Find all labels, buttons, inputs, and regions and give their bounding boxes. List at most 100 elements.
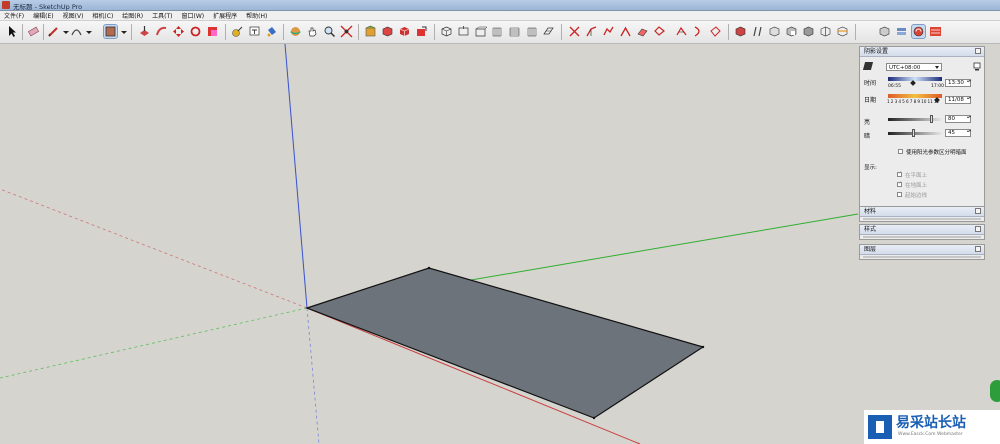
time-slider[interactable] xyxy=(888,77,942,81)
on-ground-checkbox[interactable] xyxy=(897,180,902,187)
menu-camera[interactable]: 相机(C) xyxy=(92,11,113,20)
right-view-icon[interactable] xyxy=(491,25,504,38)
sun-shading-checkbox[interactable] xyxy=(898,149,903,154)
eraser-icon[interactable] xyxy=(27,25,40,38)
line-pencil-icon[interactable] xyxy=(47,25,60,38)
share-model-icon[interactable] xyxy=(415,25,428,38)
on-ground-label: 在地面上 xyxy=(905,183,928,189)
arc-icon[interactable] xyxy=(70,25,83,38)
menu-help[interactable]: 帮助(H) xyxy=(246,11,267,20)
date-value-input[interactable]: 11/08 xyxy=(945,96,971,104)
flip-edge-icon[interactable] xyxy=(675,25,688,38)
panel-close-icon[interactable] xyxy=(975,226,981,232)
site-watermark: 易采站长站 Www.Easck.Com Webmaster xyxy=(864,410,1000,444)
drape-icon[interactable] xyxy=(636,25,649,38)
arc-dropdown-icon[interactable] xyxy=(86,31,92,34)
light-slider-thumb[interactable] xyxy=(930,115,933,123)
solid-trim-icon[interactable] xyxy=(802,25,815,38)
tag-tool-icon[interactable] xyxy=(709,25,722,38)
section-display-icon[interactable] xyxy=(878,25,891,38)
date-slider[interactable] xyxy=(888,94,942,98)
light-slider[interactable] xyxy=(888,118,942,121)
shadows-toggle-icon[interactable] xyxy=(911,24,926,39)
dark-slider-thumb[interactable] xyxy=(912,129,915,137)
warehouse-icon[interactable] xyxy=(364,25,377,38)
rotate-icon[interactable] xyxy=(189,25,202,38)
solid-subtract-icon[interactable] xyxy=(785,25,798,38)
sandbox-from-scratch-icon[interactable] xyxy=(585,25,598,38)
shadow-settings-title: 阴影设置 xyxy=(864,48,889,55)
solid-outer-shell-icon[interactable] xyxy=(734,25,747,38)
from-edges-checkbox[interactable] xyxy=(897,192,902,197)
dark-value-input[interactable]: 45 xyxy=(945,129,971,137)
details-toggle-icon[interactable] xyxy=(973,62,981,71)
components-icon[interactable] xyxy=(381,25,394,38)
modeling-viewport[interactable] xyxy=(0,44,1000,444)
extension-warehouse-icon[interactable] xyxy=(398,25,411,38)
stamp-icon[interactable] xyxy=(619,25,632,38)
zoom-icon[interactable] xyxy=(323,25,336,38)
curve-tool-icon[interactable] xyxy=(692,25,705,38)
move-icon[interactable] xyxy=(172,25,185,38)
red-axis-dashed xyxy=(0,188,308,309)
solid-union-icon[interactable] xyxy=(768,25,781,38)
floating-badge-icon[interactable] xyxy=(990,380,1000,402)
scale-icon[interactable] xyxy=(206,25,219,38)
time-value-input[interactable]: 13:30 xyxy=(945,79,971,87)
rectangle-icon[interactable] xyxy=(103,24,118,39)
materials-panel-title: 材料 xyxy=(864,208,877,215)
layers-icon[interactable] xyxy=(895,25,908,38)
menu-extensions[interactable]: 扩展程序 xyxy=(213,11,237,20)
tape-measure-icon[interactable] xyxy=(231,25,244,38)
pan-hand-icon[interactable] xyxy=(306,25,319,38)
follow-me-icon[interactable] xyxy=(155,25,168,38)
bottom-view-icon[interactable] xyxy=(542,25,555,38)
menu-edit[interactable]: 编辑(E) xyxy=(33,11,53,20)
light-value-input[interactable]: 80 xyxy=(945,115,971,123)
time-slider-thumb[interactable] xyxy=(910,80,916,86)
styles-panel[interactable]: 样式 xyxy=(859,224,985,240)
time-end-label: 17:00 xyxy=(931,84,944,89)
timezone-select[interactable]: UTC+08:00 xyxy=(886,63,942,71)
menu-view[interactable]: 视图(V) xyxy=(63,11,84,20)
panel-close-icon[interactable] xyxy=(975,48,981,54)
add-detail-icon[interactable] xyxy=(653,25,666,38)
shadow-settings-header[interactable]: 阴影设置 xyxy=(860,47,984,57)
front-view-icon[interactable] xyxy=(474,25,487,38)
left-view-icon[interactable] xyxy=(525,25,538,38)
dark-slider[interactable] xyxy=(888,132,942,135)
blue-axis-dashed xyxy=(306,307,320,444)
title-bar: 无标题 - SketchUp Pro xyxy=(0,0,1000,11)
window-title: 无标题 - SketchUp Pro xyxy=(13,3,83,11)
panel-close-icon[interactable] xyxy=(975,246,981,252)
scene-canvas[interactable] xyxy=(0,44,1000,444)
materials-panel[interactable]: 材料 xyxy=(859,206,985,222)
dark-label: 暗 xyxy=(864,133,871,140)
layers-panel[interactable]: 图层 xyxy=(859,244,985,260)
select-arrow-icon[interactable] xyxy=(6,25,19,38)
orbit-icon[interactable] xyxy=(289,25,302,38)
menu-tools[interactable]: 工具(T) xyxy=(152,11,172,20)
shadow-toggle-icon[interactable] xyxy=(862,62,874,70)
rectangle-face[interactable] xyxy=(305,267,705,419)
text-icon[interactable] xyxy=(248,25,261,38)
on-faces-checkbox[interactable] xyxy=(897,170,902,177)
fog-icon[interactable] xyxy=(929,25,942,38)
iso-view-icon[interactable] xyxy=(440,25,453,38)
back-view-icon[interactable] xyxy=(508,25,521,38)
menu-draw[interactable]: 绘图(R) xyxy=(122,11,143,20)
push-pull-icon[interactable] xyxy=(138,25,151,38)
menu-file[interactable]: 文件(F) xyxy=(4,11,24,20)
solid-split-icon[interactable] xyxy=(819,25,832,38)
smoove-icon[interactable] xyxy=(602,25,615,38)
rectangle-dropdown-icon[interactable] xyxy=(121,31,127,34)
zoom-extents-icon[interactable] xyxy=(340,25,353,38)
top-view-icon[interactable] xyxy=(457,25,470,38)
menu-window[interactable]: 窗口(W) xyxy=(182,11,205,20)
section-plane-icon[interactable] xyxy=(836,25,849,38)
sandbox-from-contours-icon[interactable] xyxy=(568,25,581,38)
solid-intersect-icon[interactable] xyxy=(751,25,764,38)
panel-close-icon[interactable] xyxy=(975,208,981,214)
line-dropdown-icon[interactable] xyxy=(63,31,69,34)
paint-bucket-icon[interactable] xyxy=(265,25,278,38)
